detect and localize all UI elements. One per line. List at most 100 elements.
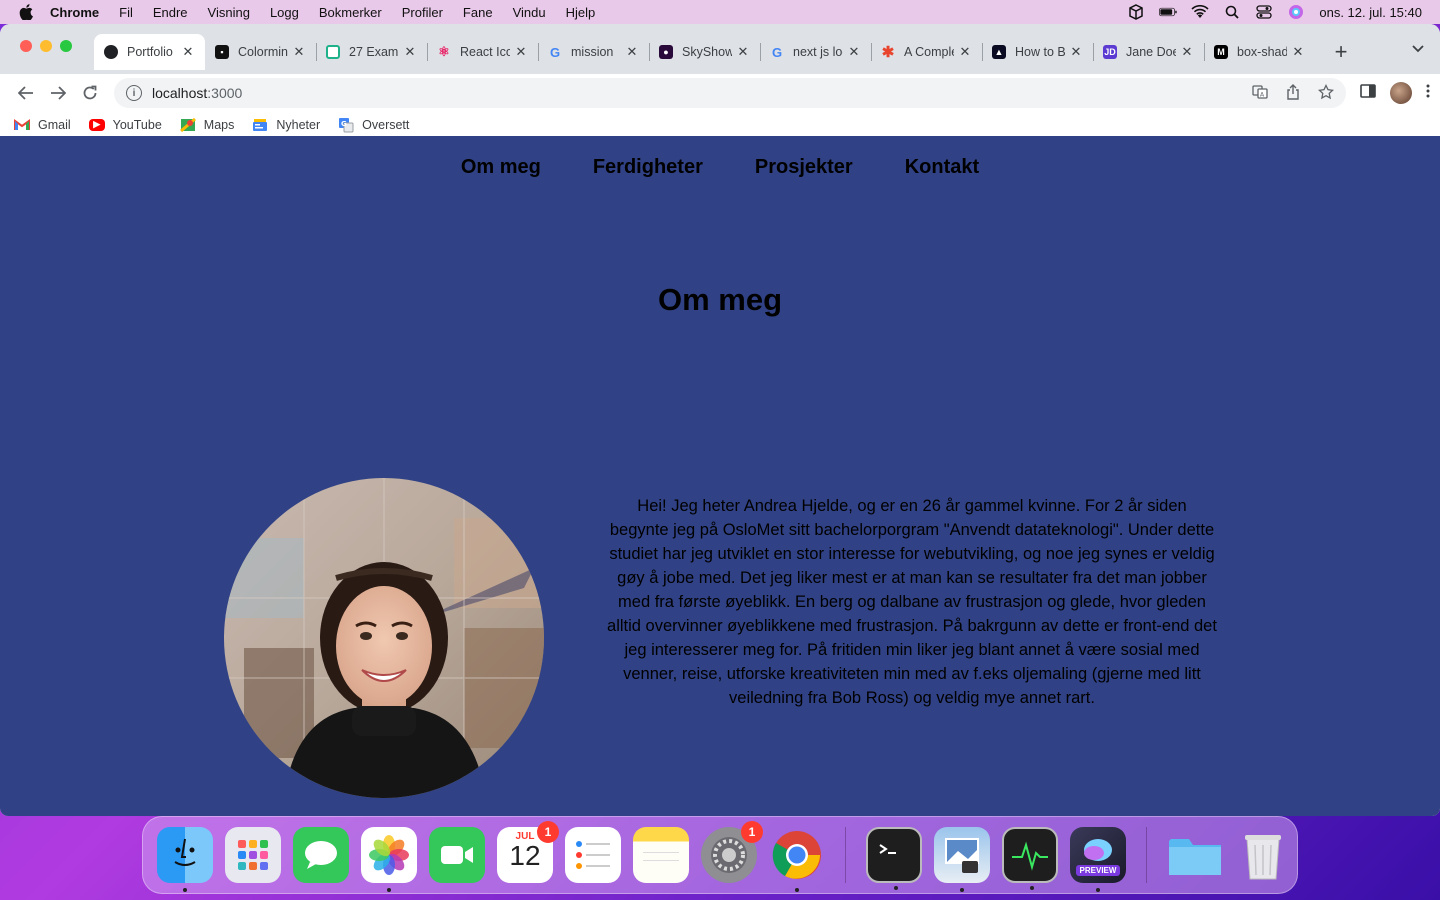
translate-icon: G [338,117,354,132]
terminal-icon [879,844,896,854]
dock-activity-monitor[interactable] [1002,827,1058,890]
control-center-icon[interactable] [1255,5,1273,19]
dock-trash[interactable] [1235,827,1291,883]
close-tab-icon[interactable]: ✕ [1180,44,1194,60]
close-window-button[interactable] [20,40,32,52]
menu-fane[interactable]: Fane [463,5,493,20]
examples-favicon-icon [326,45,340,59]
portfolio-favicon-icon [104,45,118,59]
tab-search-chevron-icon[interactable] [1412,42,1424,56]
close-tab-icon[interactable]: ✕ [958,44,972,60]
mdn-favicon-icon: M [1214,45,1228,59]
battery-icon[interactable] [1159,5,1178,19]
tab-jane-doe[interactable]: JD Jane Doe ✕ [1093,34,1204,70]
side-panel-icon[interactable] [1360,83,1376,103]
dock-notes[interactable] [633,827,689,883]
zoom-window-button[interactable] [60,40,72,52]
close-tab-icon[interactable]: ✕ [292,44,306,60]
tab-portfolio[interactable]: Portfolio ✕ [94,34,205,70]
close-tab-icon[interactable]: ✕ [625,44,639,60]
css-tricks-favicon-icon: ✱ [881,44,895,61]
bookmark-gmail[interactable]: Gmail [14,118,71,132]
kebab-menu-icon[interactable] [1426,83,1430,104]
tab-next-js-logo[interactable]: G next js logo ✕ [760,34,871,70]
reload-button[interactable] [74,79,106,107]
dock-launchpad[interactable] [225,827,281,883]
menu-fil[interactable]: Fil [119,5,133,20]
bookmark-nyheter[interactable]: Nyheter [252,118,320,132]
dock-separator [845,827,846,883]
dock-facetime[interactable] [429,827,485,883]
google-favicon-icon: G [549,44,561,60]
page-title: Om meg [657,282,783,317]
tab-title: SkyShowtime [682,45,732,59]
tab-title: Colormind [238,45,288,59]
tab-colormind[interactable]: ▪ Colormind ✕ [205,34,316,70]
site-nav: Om meg Ferdigheter Prosjekter Kontakt [0,156,1440,179]
tab-complete-guide[interactable]: ✱ A Complete Guide ✕ [871,34,982,70]
tab-mission[interactable]: G mission ✕ [538,34,649,70]
tab-examples[interactable]: 27 Examples ✕ [316,34,427,70]
tab-how-to-build[interactable]: ▲ How to Build ✕ [982,34,1093,70]
menu-app-name[interactable]: Chrome [50,5,99,20]
dock-preview-app[interactable] [934,827,990,892]
dock-xcode-preview[interactable]: PREVIEW [1070,827,1126,892]
wifi-icon[interactable] [1191,5,1209,19]
nav-link-ferdigheter[interactable]: Ferdigheter [593,156,703,179]
close-tab-icon[interactable]: ✕ [847,44,861,60]
messages-icon [305,841,337,869]
menu-logg[interactable]: Logg [270,5,299,20]
menu-endre[interactable]: Endre [153,5,188,20]
menu-profiler[interactable]: Profiler [402,5,443,20]
clock-datetime[interactable]: ons. 12. jul. 15:40 [1319,5,1422,20]
menu-bokmerker[interactable]: Bokmerker [319,5,382,20]
close-tab-icon[interactable]: ✕ [1291,44,1305,60]
box-status-icon[interactable] [1127,4,1145,20]
menu-hjelp[interactable]: Hjelp [566,5,596,20]
dock-chrome[interactable] [769,827,825,892]
nav-link-prosjekter[interactable]: Prosjekter [755,156,853,179]
close-tab-icon[interactable]: ✕ [514,44,528,60]
translate-page-icon[interactable]: A [1252,84,1268,103]
siri-icon[interactable] [1287,5,1305,19]
share-icon[interactable] [1286,83,1300,103]
apple-icon[interactable] [18,4,34,20]
site-info-icon[interactable]: i [126,85,142,101]
address-bar[interactable]: i localhost:3000 A [114,78,1346,108]
spotlight-search-icon[interactable] [1223,5,1241,19]
dock-system-settings[interactable]: 1 [701,821,763,883]
nav-link-kontakt[interactable]: Kontakt [905,156,979,179]
forward-button[interactable] [42,79,74,107]
dock-downloads-folder[interactable] [1167,827,1223,883]
back-button[interactable] [10,79,42,107]
profile-avatar[interactable] [1390,82,1412,104]
trash-icon [1245,835,1281,880]
chrome-icon [772,831,821,879]
close-tab-icon[interactable]: ✕ [181,44,195,60]
menu-visning[interactable]: Visning [208,5,250,20]
dock-messages[interactable] [293,827,349,883]
bookmark-youtube[interactable]: ▶ YouTube [88,118,162,132]
close-tab-icon[interactable]: ✕ [403,44,417,60]
tab-box-shadow[interactable]: M box-shadow ✕ [1204,34,1315,70]
dock-finder[interactable] [157,827,213,892]
close-tab-icon[interactable]: ✕ [736,44,750,60]
new-tab-button[interactable]: + [1323,34,1359,70]
youtube-icon: ▶ [88,118,105,131]
tab-title: box-shadow [1237,45,1287,59]
tab-skyshowtime[interactable]: ● SkyShowtime ✕ [649,34,760,70]
bookmark-oversett[interactable]: G Oversett [338,117,409,132]
nav-link-om-meg[interactable]: Om meg [461,156,541,179]
dock-terminal[interactable] [866,827,922,890]
macos-dock: JUL 12 1 1 PREVIEW [142,816,1298,894]
dock-photos[interactable] [361,827,417,892]
bookmark-maps[interactable]: Maps [179,117,234,132]
menu-vindu[interactable]: Vindu [513,5,546,20]
minimize-window-button[interactable] [40,40,52,52]
bookmark-star-icon[interactable] [1317,83,1335,103]
bookmark-label: Nyheter [276,117,321,132]
close-tab-icon[interactable]: ✕ [1069,44,1083,60]
dock-reminders[interactable] [565,827,621,883]
tab-react-icons[interactable]: ⚛ React Icons ✕ [427,34,538,70]
dock-calendar[interactable]: JUL 12 1 [497,821,559,883]
